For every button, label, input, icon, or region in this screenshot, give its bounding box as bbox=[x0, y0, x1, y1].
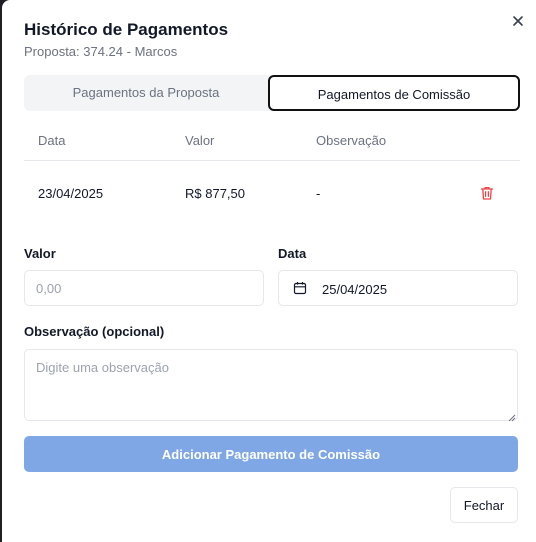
valor-label: Valor bbox=[24, 246, 56, 261]
dialog-title: Histórico de Pagamentos bbox=[24, 20, 229, 39]
trash-icon[interactable] bbox=[479, 185, 495, 201]
valor-input[interactable] bbox=[24, 270, 264, 306]
tab-list: Pagamentos da Proposta Pagamentos de Com… bbox=[24, 75, 520, 111]
calendar-icon bbox=[293, 281, 307, 295]
header-data: Data bbox=[38, 133, 66, 148]
payment-history-dialog: Histórico de Pagamentos Proposta: 374.24… bbox=[2, 0, 536, 542]
close-icon[interactable] bbox=[508, 11, 528, 31]
observacao-textarea[interactable] bbox=[24, 349, 518, 421]
cell-valor: R$ 877,50 bbox=[185, 186, 245, 201]
data-label: Data bbox=[278, 246, 307, 261]
add-commission-payment-button[interactable]: Adicionar Pagamento de Comissão bbox=[24, 436, 518, 472]
date-picker-field[interactable]: 25/04/2025 bbox=[278, 270, 518, 306]
tab-pagamentos-comissao[interactable]: Pagamentos de Comissão bbox=[268, 75, 520, 111]
header-observacao: Observação bbox=[316, 133, 387, 148]
close-button[interactable]: Fechar bbox=[450, 487, 518, 523]
cell-observacao: - bbox=[316, 186, 321, 201]
table-header: Data Valor Observação bbox=[24, 122, 520, 161]
payments-table: Data Valor Observação 23/04/2025 R$ 877,… bbox=[24, 122, 520, 227]
dialog-subtitle: Proposta: 374.24 - Marcos bbox=[24, 44, 178, 59]
table-row: 23/04/2025 R$ 877,50 - bbox=[24, 161, 520, 227]
cell-data: 23/04/2025 bbox=[38, 186, 104, 201]
observacao-label: Observação (opcional) bbox=[24, 324, 165, 339]
resize-grip-icon[interactable] bbox=[507, 409, 516, 422]
date-value: 25/04/2025 bbox=[322, 282, 388, 297]
tab-pagamentos-proposta[interactable]: Pagamentos da Proposta bbox=[24, 75, 268, 111]
header-valor: Valor bbox=[185, 133, 215, 148]
